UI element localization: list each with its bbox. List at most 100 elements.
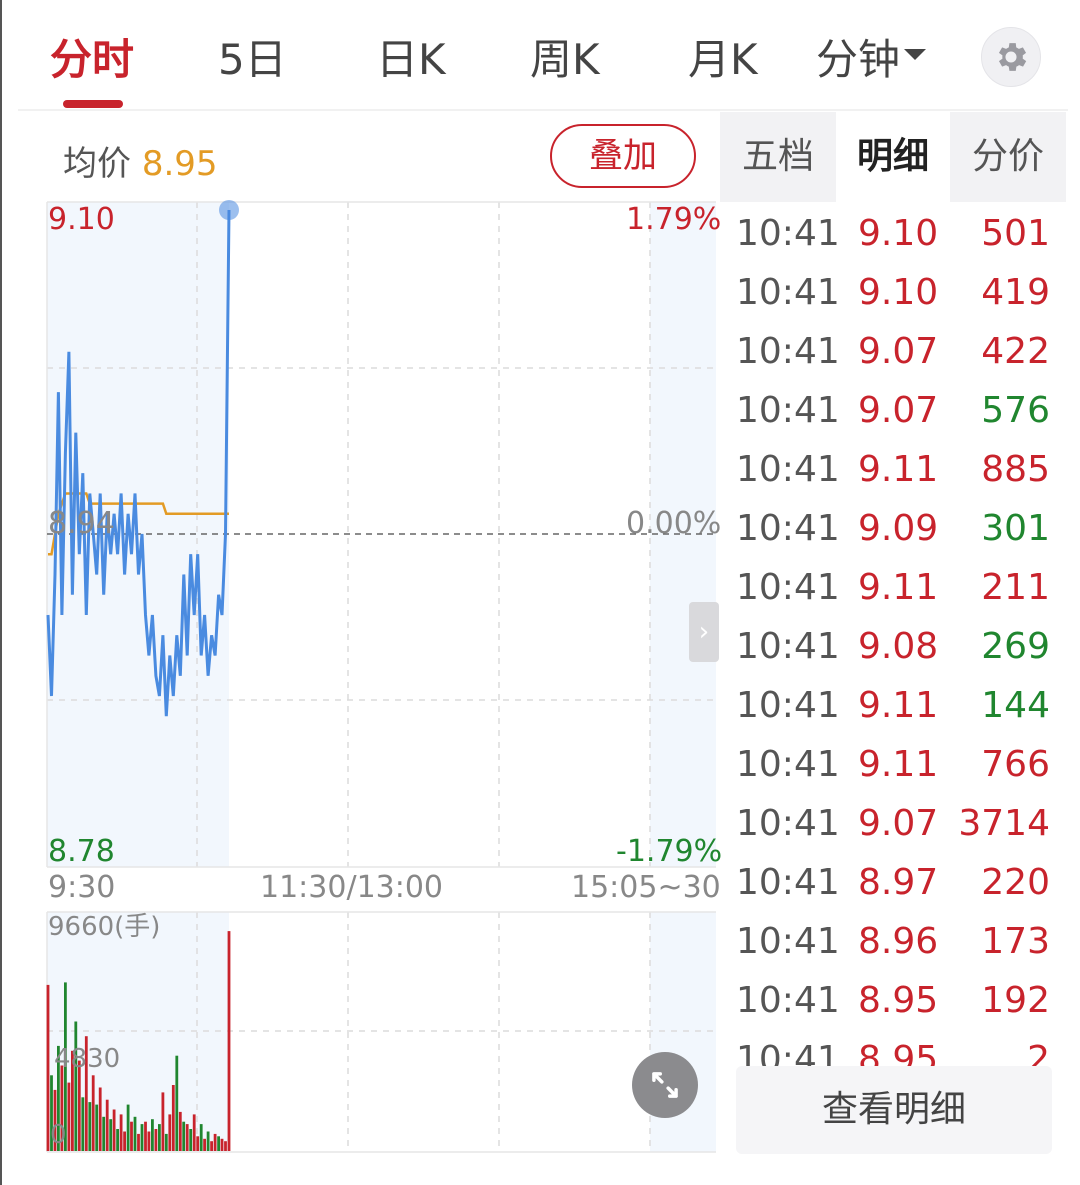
intraday-chart	[46, 200, 716, 1153]
volume-bar	[88, 1102, 92, 1151]
tick-time: 10:41	[736, 508, 840, 549]
volume-bar	[175, 1055, 179, 1151]
volume-bar	[158, 1124, 161, 1151]
tick-volume: 422	[981, 331, 1050, 372]
volume-bar	[81, 1097, 85, 1151]
volume-bar	[203, 1138, 206, 1151]
volume-bar	[217, 1136, 220, 1151]
volume-bar	[112, 1109, 116, 1151]
tick-price: 9.09	[858, 508, 939, 549]
tick-price: 9.08	[858, 626, 939, 667]
volume-bar	[199, 1124, 203, 1151]
settings-button[interactable]	[981, 27, 1041, 87]
tick-time: 10:41	[736, 567, 840, 608]
volume-axis-bottom: 0	[50, 1120, 67, 1150]
tick-volume: 301	[981, 508, 1050, 549]
volume-bar	[151, 1119, 154, 1151]
volume-bar	[77, 1060, 81, 1151]
volume-bar	[206, 1131, 210, 1151]
volume-bar	[178, 1111, 182, 1151]
tick-time: 10:41	[736, 921, 840, 962]
fullscreen-button[interactable]	[632, 1052, 698, 1118]
expand-panel-button[interactable]: ›	[689, 602, 719, 662]
tick-price: 9.11	[858, 744, 939, 785]
tick-price: 8.95	[858, 980, 939, 1021]
price-axis-top: 9.10	[48, 202, 115, 237]
tick-volume: 576	[981, 390, 1050, 431]
tick-row: 10:41 9.07 576	[720, 390, 1060, 449]
volume-bar	[119, 1114, 123, 1151]
tick-row: 10:41 9.11 766	[720, 744, 1060, 803]
tick-time: 10:41	[736, 803, 840, 844]
volume-bar	[210, 1141, 213, 1151]
tick-price: 9.11	[858, 567, 939, 608]
tick-time: 10:41	[736, 626, 840, 667]
tick-row: 10:41 9.07 3714	[720, 803, 1060, 862]
volume-bar	[182, 1121, 186, 1151]
tick-price: 8.96	[858, 921, 939, 962]
tick-volume: 220	[981, 862, 1050, 903]
volume-bar	[185, 1124, 189, 1151]
tick-price: 9.07	[858, 331, 939, 372]
gear-icon	[998, 43, 1027, 71]
volume-bar	[196, 1136, 200, 1151]
volume-axis-mid: 4830	[54, 1044, 121, 1074]
volume-bar	[67, 1082, 71, 1151]
volume-bar	[105, 1099, 109, 1151]
vol-pre-shade	[47, 912, 229, 1152]
tab-price-distribution[interactable]: 分价	[950, 112, 1066, 202]
tick-volume: 269	[981, 626, 1050, 667]
tick-row: 10:41 9.09 301	[720, 508, 1060, 567]
volume-bar	[164, 1133, 168, 1151]
tab-details[interactable]: 明细	[836, 112, 950, 202]
tick-price: 9.10	[858, 213, 939, 254]
tick-row: 10:41 9.10 419	[720, 272, 1060, 331]
chevron-right-icon: ›	[698, 617, 710, 647]
volume-bar	[140, 1124, 144, 1151]
pct-axis-top: 1.79%	[626, 202, 722, 237]
volume-bar	[133, 1116, 137, 1151]
tick-row: 10:41 9.11 211	[720, 567, 1060, 626]
volume-bar	[224, 1141, 227, 1151]
expand-icon	[652, 1072, 678, 1098]
time-axis-start: 9:30	[48, 870, 116, 905]
tick-row: 10:41 9.11 144	[720, 685, 1060, 744]
volume-bar	[95, 1104, 99, 1151]
tick-volume: 419	[981, 272, 1050, 313]
tab-minute-label: 分钟	[816, 35, 901, 84]
tick-row: 10:41 9.10 501	[720, 213, 1060, 272]
view-details-button[interactable]: 查看明细	[736, 1066, 1052, 1154]
tick-volume: 192	[981, 980, 1050, 1021]
tick-price: 9.11	[858, 685, 939, 726]
tick-price: 8.97	[858, 862, 939, 903]
tab-minute-dropdown[interactable]: 分钟	[816, 30, 927, 90]
tick-volume: 3714	[958, 803, 1050, 844]
tick-volume: 144	[981, 685, 1050, 726]
tab-five-levels[interactable]: 五档	[720, 112, 836, 202]
tick-time: 10:41	[736, 272, 840, 313]
last-price-dot	[219, 200, 239, 220]
tick-volume: 766	[981, 744, 1050, 785]
volume-bar	[192, 1114, 196, 1151]
pct-axis-bottom: -1.79%	[616, 834, 723, 869]
volume-bar	[137, 1133, 140, 1151]
volume-bar	[168, 1114, 172, 1151]
volume-bar	[220, 1138, 224, 1151]
tick-price: 9.11	[858, 449, 939, 490]
tick-time: 10:41	[736, 213, 840, 254]
price-axis-bottom: 8.78	[48, 834, 115, 869]
time-axis-mid: 11:30/13:00	[260, 870, 444, 905]
volume-bar	[147, 1131, 151, 1151]
volume-bar	[171, 1085, 175, 1151]
volume-bar	[98, 1087, 102, 1151]
tick-time: 10:41	[736, 685, 840, 726]
tick-time: 10:41	[736, 862, 840, 903]
tick-volume: 885	[981, 449, 1050, 490]
volume-bar	[46, 984, 50, 1151]
volume-bar	[161, 1092, 165, 1151]
volume-axis-top: 9660(手)	[48, 912, 161, 942]
tick-row: 10:41 8.96 173	[720, 921, 1060, 980]
volume-bar	[189, 1129, 193, 1151]
tick-price: 9.07	[858, 803, 939, 844]
tick-volume: 501	[981, 213, 1050, 254]
